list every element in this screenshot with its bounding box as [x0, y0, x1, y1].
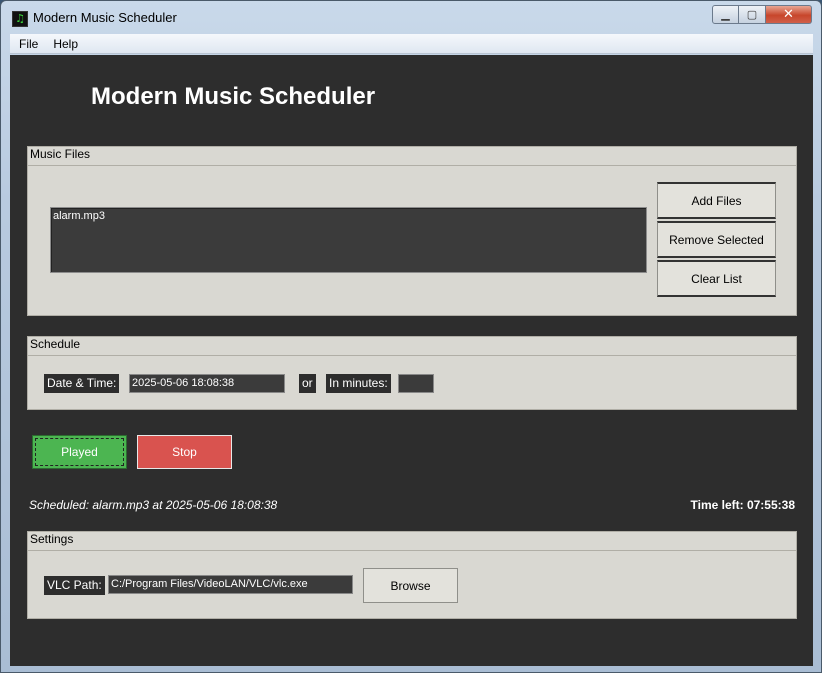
- window-controls: ▁ ▢ ✕: [712, 5, 812, 24]
- minimize-button[interactable]: ▁: [712, 5, 739, 24]
- minutes-input[interactable]: [398, 374, 434, 393]
- maximize-button[interactable]: ▢: [739, 5, 766, 24]
- vlc-path-input[interactable]: C:/Program Files/VideoLAN/VLC/vlc.exe: [108, 575, 353, 594]
- vlc-path-label: VLC Path:: [44, 576, 105, 595]
- schedule-status: Scheduled: alarm.mp3 at 2025-05-06 18:08…: [29, 498, 278, 512]
- or-label: or: [299, 374, 316, 393]
- music-files-frame: Music Files alarm.mp3 Add Files Remove S…: [27, 146, 797, 316]
- played-button[interactable]: Played: [32, 435, 127, 469]
- app-window: ♫ Modern Music Scheduler ▁ ▢ ✕ File Help…: [0, 0, 822, 673]
- music-files-label: Music Files: [30, 147, 91, 161]
- close-button[interactable]: ✕: [766, 5, 812, 24]
- main-panel: Modern Music Scheduler Music Files alarm…: [10, 55, 813, 666]
- stop-button[interactable]: Stop: [137, 435, 232, 469]
- close-icon: ✕: [783, 7, 794, 22]
- page-title: Modern Music Scheduler: [91, 83, 376, 110]
- maximize-icon: ▢: [746, 8, 758, 21]
- clear-list-button[interactable]: Clear List: [657, 260, 776, 297]
- browse-button[interactable]: Browse: [363, 568, 458, 603]
- menu-bar: File Help: [10, 34, 813, 54]
- schedule-label: Schedule: [30, 337, 81, 351]
- minimize-icon: ▁: [721, 8, 730, 21]
- remove-selected-button[interactable]: Remove Selected: [657, 221, 776, 258]
- music-files-list[interactable]: alarm.mp3: [50, 207, 647, 273]
- datetime-input[interactable]: 2025-05-06 18:08:38: [129, 374, 285, 393]
- minutes-label: In minutes:: [326, 374, 391, 393]
- music-note-icon: ♫: [12, 11, 28, 27]
- frame-divider: [28, 165, 796, 166]
- list-item[interactable]: alarm.mp3: [51, 208, 646, 224]
- frame-divider: [28, 550, 796, 551]
- menu-file[interactable]: File: [10, 37, 44, 51]
- title-bar[interactable]: ♫ Modern Music Scheduler ▁ ▢ ✕: [1, 1, 821, 34]
- menu-help[interactable]: Help: [44, 37, 84, 51]
- frame-divider: [28, 355, 796, 356]
- window-title: Modern Music Scheduler: [33, 10, 177, 25]
- time-left: Time left: 07:55:38: [690, 498, 796, 512]
- add-files-button[interactable]: Add Files: [657, 182, 776, 219]
- schedule-frame: Schedule Date & Time: 2025-05-06 18:08:3…: [27, 336, 797, 410]
- datetime-label: Date & Time:: [44, 374, 120, 393]
- settings-frame: Settings VLC Path: C:/Program Files/Vide…: [27, 531, 797, 619]
- settings-label: Settings: [30, 532, 74, 546]
